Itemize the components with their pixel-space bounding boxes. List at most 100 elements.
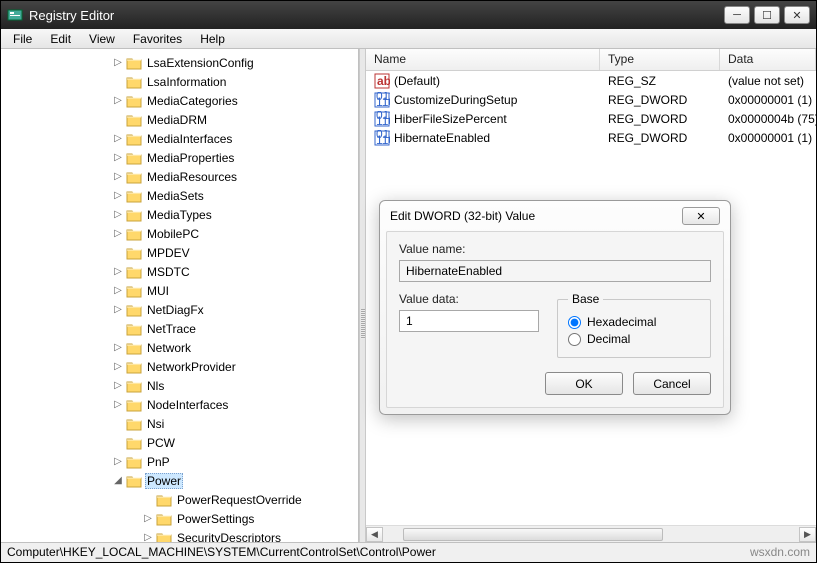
- expand-icon[interactable]: ▷: [141, 513, 155, 524]
- tree-node[interactable]: Nsi: [1, 414, 358, 433]
- scroll-right-icon[interactable]: ▶: [799, 527, 816, 542]
- value-name: HibernateEnabled: [394, 131, 490, 145]
- list-row[interactable]: HiberFileSizePercentREG_DWORD0x0000004b …: [366, 109, 816, 128]
- tree-label: SecurityDescriptors: [175, 531, 283, 543]
- tree-node[interactable]: ▷ MobilePC: [1, 224, 358, 243]
- expand-icon[interactable]: ▷: [111, 399, 125, 410]
- tree-label: MobilePC: [145, 227, 201, 241]
- col-data[interactable]: Data: [720, 49, 816, 70]
- tree-node[interactable]: ▷ MSDTC: [1, 262, 358, 281]
- list-header: Name Type Data: [366, 49, 816, 71]
- value-name: CustomizeDuringSetup: [394, 93, 517, 107]
- tree-node[interactable]: ◢Power: [1, 471, 358, 490]
- expand-icon[interactable]: ▷: [141, 532, 155, 542]
- tree-node[interactable]: ▷MediaInterfaces: [1, 129, 358, 148]
- tree-node[interactable]: MediaDRM: [1, 110, 358, 129]
- watermark: wsxdn.com: [750, 545, 810, 560]
- tree-node[interactable]: ▷MediaProperties: [1, 148, 358, 167]
- tree-node[interactable]: ▷ SecurityDescriptors: [1, 528, 358, 542]
- tree-node[interactable]: NetTrace: [1, 319, 358, 338]
- tree-node[interactable]: ▷NetDiagFx: [1, 300, 358, 319]
- value-name-input[interactable]: [399, 260, 711, 282]
- tree-node[interactable]: ▷MediaResources: [1, 167, 358, 186]
- expand-icon[interactable]: ▷: [111, 190, 125, 201]
- tree-node[interactable]: PowerRequestOverride: [1, 490, 358, 509]
- tree-node[interactable]: PCW: [1, 433, 358, 452]
- list-row[interactable]: (Default)REG_SZ(value not set): [366, 71, 816, 90]
- expand-icon[interactable]: ▷: [111, 228, 125, 239]
- tree-label: MSDTC: [145, 265, 192, 279]
- expand-icon[interactable]: ▷: [111, 266, 125, 277]
- horizontal-scrollbar[interactable]: ◀ ▶: [366, 525, 816, 542]
- folder-icon: [126, 113, 142, 127]
- dialog-title: Edit DWORD (32-bit) Value: [390, 209, 535, 223]
- radio-hex[interactable]: Hexadecimal: [568, 315, 700, 329]
- tree-label: LsaExtensionConfig: [145, 56, 256, 70]
- folder-icon: [126, 56, 142, 70]
- tree-node[interactable]: ▷ LsaExtensionConfig: [1, 53, 358, 72]
- expand-icon[interactable]: ▷: [111, 95, 125, 106]
- ok-button[interactable]: OK: [545, 372, 623, 395]
- tree-node[interactable]: ▷NetworkProvider: [1, 357, 358, 376]
- tree-node[interactable]: ▷ MediaTypes: [1, 205, 358, 224]
- tree-node[interactable]: ▷MediaCategories: [1, 91, 358, 110]
- close-button[interactable]: ✕: [784, 6, 810, 24]
- folder-icon: [126, 379, 142, 393]
- expand-icon[interactable]: ▷: [111, 304, 125, 315]
- expand-icon[interactable]: ▷: [111, 133, 125, 144]
- tree-node[interactable]: ▷ MUI: [1, 281, 358, 300]
- col-name[interactable]: Name: [366, 49, 600, 70]
- list-row[interactable]: CustomizeDuringSetupREG_DWORD0x00000001 …: [366, 90, 816, 109]
- tree-node[interactable]: MPDEV: [1, 243, 358, 262]
- splitter[interactable]: [359, 49, 366, 542]
- menu-help[interactable]: Help: [192, 30, 233, 48]
- minimize-button[interactable]: ─: [724, 6, 750, 24]
- dialog-close-button[interactable]: ✕: [682, 207, 720, 225]
- tree-node[interactable]: ▷MediaSets: [1, 186, 358, 205]
- radio-dec[interactable]: Decimal: [568, 332, 700, 346]
- expand-icon[interactable]: ▷: [111, 342, 125, 353]
- value-data-input[interactable]: [399, 310, 539, 332]
- tree-node[interactable]: ▷PnP: [1, 452, 358, 471]
- tree-label: MUI: [145, 284, 171, 298]
- value-name-label: Value name:: [399, 242, 711, 256]
- menubar: File Edit View Favorites Help: [1, 29, 816, 49]
- tree-node[interactable]: ▷Nls: [1, 376, 358, 395]
- tree-node[interactable]: ▷PowerSettings: [1, 509, 358, 528]
- list-row[interactable]: HibernateEnabled REG_DWORD0x00000001 (1): [366, 128, 816, 147]
- tree-node[interactable]: LsaInformation: [1, 72, 358, 91]
- col-type[interactable]: Type: [600, 49, 720, 70]
- maximize-button[interactable]: ☐: [754, 6, 780, 24]
- scroll-left-icon[interactable]: ◀: [366, 527, 383, 542]
- titlebar: Registry Editor ─ ☐ ✕: [1, 1, 816, 29]
- value-type-icon: [374, 92, 390, 108]
- tree-node[interactable]: ▷Network: [1, 338, 358, 357]
- menu-view[interactable]: View: [81, 30, 123, 48]
- value-type: REG_DWORD: [600, 131, 720, 145]
- expand-icon[interactable]: ▷: [111, 361, 125, 372]
- expand-icon[interactable]: ◢: [111, 475, 125, 486]
- tree-node[interactable]: ▷NodeInterfaces: [1, 395, 358, 414]
- folder-icon: [156, 493, 172, 507]
- expand-icon[interactable]: ▷: [111, 57, 125, 68]
- menu-edit[interactable]: Edit: [42, 30, 79, 48]
- expand-icon[interactable]: ▷: [111, 152, 125, 163]
- expand-icon[interactable]: ▷: [111, 171, 125, 182]
- folder-icon: [126, 170, 142, 184]
- expand-icon[interactable]: ▷: [111, 456, 125, 467]
- tree-pane[interactable]: ▷ LsaExtensionConfig LsaInformation ▷MediaC…: [1, 49, 359, 542]
- cancel-button[interactable]: Cancel: [633, 372, 711, 395]
- menu-favorites[interactable]: Favorites: [125, 30, 190, 48]
- expand-icon[interactable]: ▷: [111, 209, 125, 220]
- tree-label: MediaTypes: [145, 208, 214, 222]
- menu-file[interactable]: File: [5, 30, 40, 48]
- folder-icon: [126, 94, 142, 108]
- expand-icon[interactable]: ▷: [111, 285, 125, 296]
- folder-icon: [126, 322, 142, 336]
- scroll-thumb[interactable]: [403, 528, 663, 541]
- value-data: 0x00000001 (1): [720, 131, 816, 145]
- tree-label: MediaDRM: [145, 113, 209, 127]
- expand-icon[interactable]: ▷: [111, 380, 125, 391]
- tree-label: LsaInformation: [145, 75, 228, 89]
- value-data-label: Value data:: [399, 292, 539, 306]
